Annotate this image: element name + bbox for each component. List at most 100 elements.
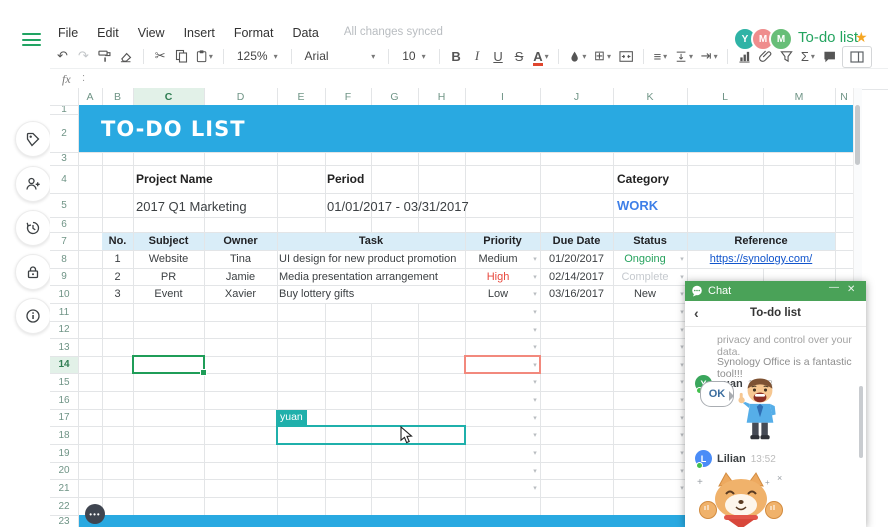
column-header-K[interactable]: K <box>613 88 687 105</box>
row-header-20[interactable]: 20 <box>50 462 78 479</box>
cell-owner[interactable]: Tina <box>204 250 277 268</box>
row-header-13[interactable]: 13 <box>50 338 78 356</box>
row-header-23[interactable]: 23 <box>50 515 78 527</box>
cell-due-date[interactable]: 02/14/2017 <box>540 268 613 285</box>
dropdown-arrow-icon[interactable]: ▾ <box>531 391 539 409</box>
dropdown-arrow-icon[interactable]: ▾ <box>531 479 539 497</box>
column-header-I[interactable]: I <box>465 88 540 105</box>
row-header-18[interactable]: 18 <box>50 426 78 444</box>
text-direction-button[interactable]: ⇥▾ <box>701 48 717 64</box>
column-header-B[interactable]: B <box>102 88 133 105</box>
row-header-6[interactable]: 6 <box>50 217 78 232</box>
row-header-19[interactable]: 19 <box>50 444 78 462</box>
column-header-J[interactable]: J <box>540 88 613 105</box>
cell-status[interactable]: Complete <box>613 268 677 285</box>
chat-header[interactable]: Chat — ✕ <box>685 281 866 301</box>
cell-priority[interactable]: Medium <box>465 250 531 268</box>
font-family-select[interactable]: Arial▾ <box>302 49 379 63</box>
dropdown-arrow-icon[interactable]: ▾ <box>531 285 539 303</box>
cell-status[interactable]: Ongoing <box>613 250 677 268</box>
menu-insert[interactable]: Insert <box>184 26 215 40</box>
row-header-21[interactable]: 21 <box>50 479 78 497</box>
cell-subject[interactable]: Event <box>133 285 204 303</box>
clear-format-button[interactable] <box>119 49 132 63</box>
insert-chart-button[interactable] <box>738 50 751 63</box>
cell-no[interactable]: 1 <box>102 250 133 268</box>
dropdown-arrow-icon[interactable]: ▾ <box>531 338 539 356</box>
cell-task[interactable]: UI design for new product promotion <box>279 250 463 268</box>
dropdown-arrow-icon[interactable]: ▾ <box>531 444 539 462</box>
period-value-cell[interactable]: 01/01/2017 - 03/31/2017 <box>327 199 469 214</box>
table-header-reference[interactable]: Reference <box>687 232 835 250</box>
share-button[interactable] <box>15 166 51 202</box>
active-cell-selection[interactable] <box>132 355 205 374</box>
cell-subject[interactable]: Website <box>133 250 204 268</box>
cell-subject[interactable]: PR <box>133 268 204 285</box>
row-header-9[interactable]: 9 <box>50 268 78 285</box>
undo-button[interactable]: ↶ <box>56 48 69 64</box>
column-header-A[interactable]: A <box>78 88 102 105</box>
paste-button[interactable]: ▾ <box>196 49 213 63</box>
table-header-priority[interactable]: Priority <box>465 232 540 250</box>
menu-edit[interactable]: Edit <box>97 26 119 40</box>
version-history-button[interactable] <box>15 210 51 246</box>
cell-task[interactable]: Buy lottery gifts <box>279 285 463 303</box>
strikethrough-button[interactable]: S <box>513 49 526 64</box>
cut-button[interactable]: ✂ <box>154 48 167 64</box>
copy-button[interactable] <box>175 49 188 63</box>
row-header-14[interactable]: 14 <box>50 356 78 373</box>
underline-button[interactable]: U <box>492 49 505 64</box>
period-label-cell[interactable]: Period <box>327 172 364 186</box>
fill-handle[interactable] <box>200 369 207 376</box>
cell-due-date[interactable]: 03/16/2017 <box>540 285 613 303</box>
dropdown-arrow-icon[interactable]: ▾ <box>531 321 539 338</box>
table-header-subject[interactable]: Subject <box>133 232 204 250</box>
zoom-select[interactable]: 125%▾ <box>234 49 281 63</box>
cell-owner[interactable]: Jamie <box>204 268 277 285</box>
comment-button[interactable] <box>823 50 836 63</box>
filter-button[interactable] <box>780 50 793 63</box>
column-header-D[interactable]: D <box>204 88 277 105</box>
row-header-15[interactable]: 15 <box>50 373 78 391</box>
cell-priority[interactable]: Low <box>465 285 531 303</box>
dropdown-arrow-icon[interactable]: ▾ <box>531 409 539 426</box>
cell-task[interactable]: Media presentation arrangement <box>279 268 463 285</box>
column-header-H[interactable]: H <box>418 88 465 105</box>
text-color-button[interactable]: A▾ <box>534 49 549 64</box>
side-panel-toggle-button[interactable] <box>842 46 872 68</box>
italic-button[interactable]: I <box>471 48 484 64</box>
row-header-22[interactable]: 22 <box>50 497 78 515</box>
chat-launcher-button[interactable]: ••• <box>85 504 105 524</box>
row-header-2[interactable]: 2 <box>50 114 78 152</box>
scrollbar-thumb[interactable] <box>855 105 860 165</box>
column-header-M[interactable]: M <box>763 88 835 105</box>
row-header-8[interactable]: 8 <box>50 250 78 268</box>
chat-scrollbar-thumb[interactable] <box>859 386 863 458</box>
dropdown-arrow-icon[interactable]: ▾ <box>531 268 539 285</box>
table-header-task[interactable]: Task <box>277 232 465 250</box>
chat-minimize-button[interactable]: — <box>829 282 839 293</box>
row-header-12[interactable]: 12 <box>50 321 78 338</box>
column-header-G[interactable]: G <box>371 88 418 105</box>
dropdown-arrow-icon[interactable]: ▾ <box>531 250 539 268</box>
dropdown-arrow-icon[interactable]: ▾ <box>678 250 686 268</box>
column-header-N[interactable]: N <box>835 88 853 105</box>
menu-format[interactable]: Format <box>234 26 274 40</box>
dropdown-arrow-icon[interactable]: ▾ <box>531 373 539 391</box>
functions-button[interactable]: Σ▾ <box>801 49 814 64</box>
insert-link-button[interactable] <box>759 49 772 63</box>
bold-button[interactable]: B <box>450 49 463 64</box>
vertical-align-button[interactable]: ▾ <box>675 50 693 63</box>
column-header-E[interactable]: E <box>277 88 325 105</box>
category-value-cell[interactable]: WORK <box>617 198 658 213</box>
horizontal-align-button[interactable]: ≡▾ <box>654 49 667 64</box>
cell-priority[interactable]: High <box>465 268 531 285</box>
todo-list-banner-cell[interactable]: TO-DO LIST <box>79 105 853 152</box>
row-header-1[interactable]: 1 <box>50 105 78 114</box>
dropdown-arrow-icon[interactable]: ▾ <box>531 303 539 321</box>
cell-status[interactable]: New <box>613 285 677 303</box>
column-header-L[interactable]: L <box>687 88 763 105</box>
project-name-label-cell[interactable]: Project Name <box>136 172 213 186</box>
table-header-no[interactable]: No. <box>102 232 133 250</box>
column-header-C[interactable]: C <box>133 88 204 105</box>
